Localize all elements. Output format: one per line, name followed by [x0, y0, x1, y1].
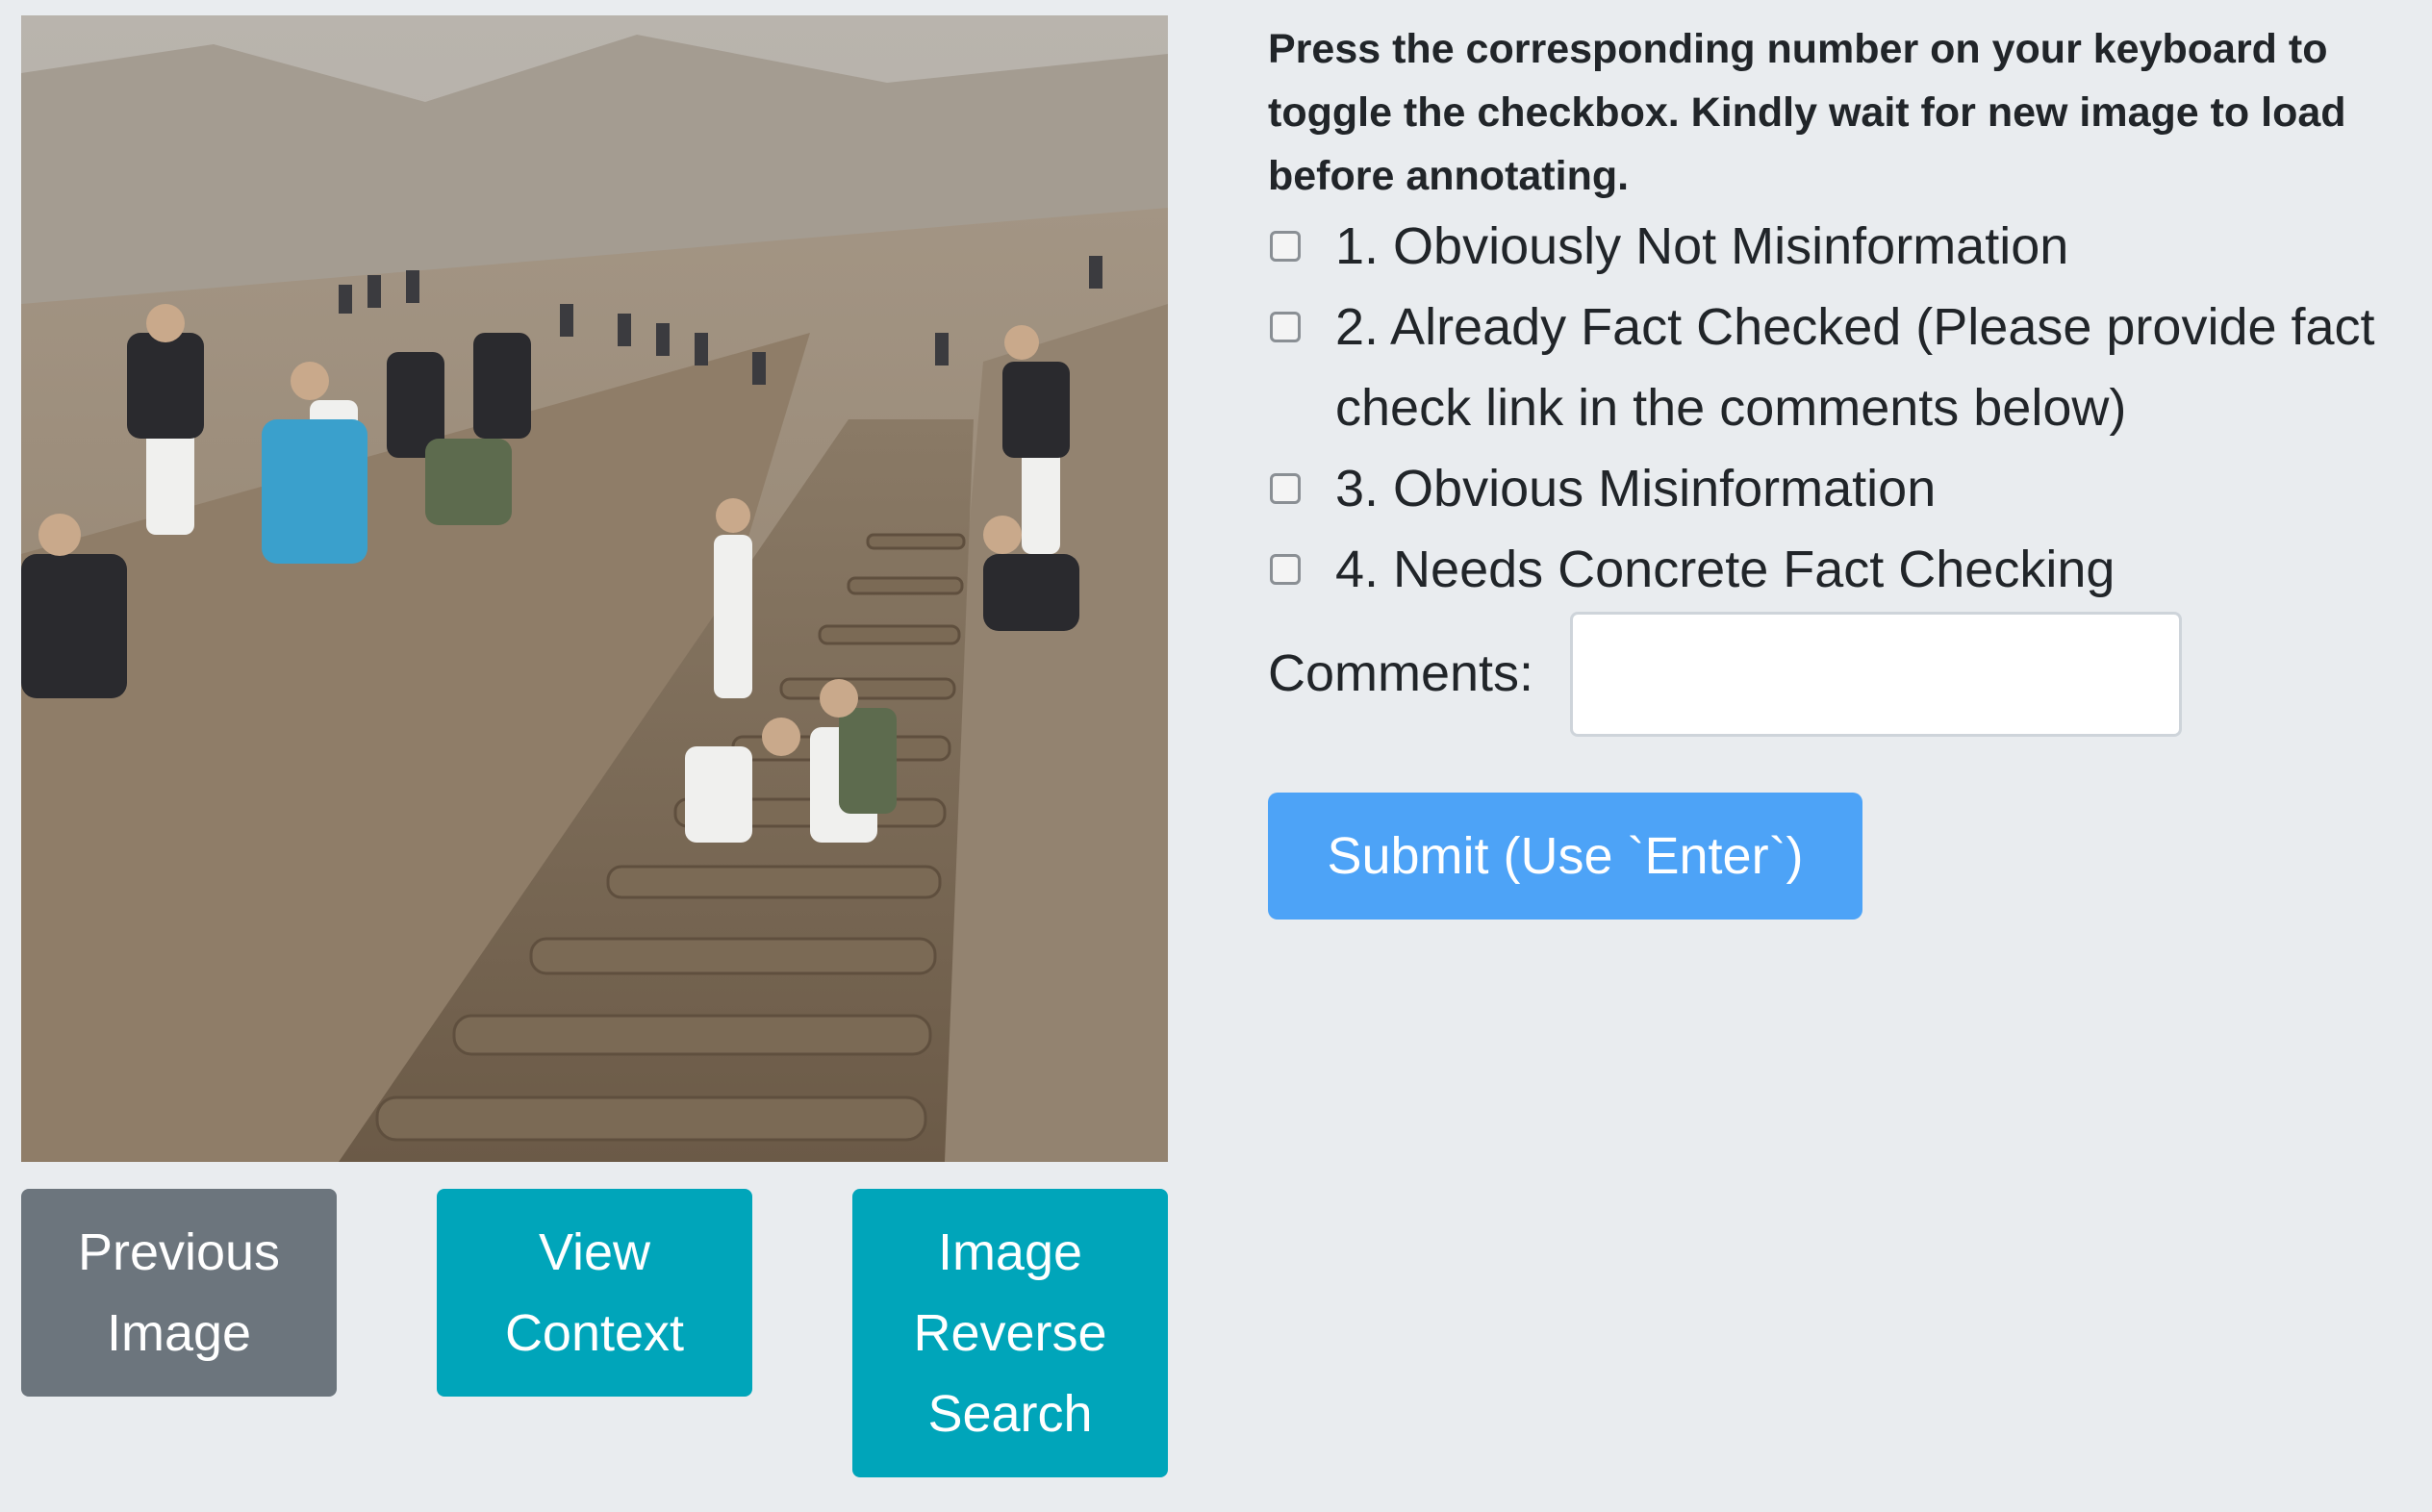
image-reverse-search-button[interactable]: Image Reverse Search: [852, 1189, 1168, 1477]
submit-button[interactable]: Submit (Use `Enter`): [1268, 793, 1862, 920]
view-context-button[interactable]: View Context: [437, 1189, 752, 1397]
image-reverse-search-button-line-2: Reverse: [913, 1304, 1107, 1362]
instructions-text: Press the corresponding number on your k…: [1268, 26, 2346, 199]
comments-label: Comments:: [1268, 644, 1534, 702]
image-reverse-search-button-line-3: Search: [927, 1385, 1093, 1443]
checkbox-option-2[interactable]: [1270, 312, 1301, 342]
previous-image-button[interactable]: Previous Image: [21, 1189, 337, 1397]
checkbox-option-1[interactable]: [1270, 231, 1301, 262]
checkbox-option-3[interactable]: [1270, 473, 1301, 504]
comments-input[interactable]: [1570, 612, 2182, 737]
checkbox-option-4[interactable]: [1270, 554, 1301, 585]
view-context-button-line-1: View: [538, 1223, 651, 1281]
previous-image-button-line-2: Image: [106, 1304, 252, 1362]
view-context-button-line-2: Context: [504, 1304, 685, 1362]
image-reverse-search-button-line-1: Image: [937, 1223, 1083, 1281]
trench-photo-illustration: [21, 15, 1168, 1162]
annotation-image: [21, 15, 1168, 1162]
option-label-2: 2. Already Fact Checked (Please provide …: [1335, 298, 2375, 437]
option-label-1: 1. Obviously Not Misinformation: [1335, 217, 2069, 275]
previous-image-button-line-1: Previous: [77, 1223, 281, 1281]
option-label-4: 4. Needs Concrete Fact Checking: [1335, 541, 2115, 598]
option-label-3: 3. Obvious Misinformation: [1335, 460, 1937, 517]
